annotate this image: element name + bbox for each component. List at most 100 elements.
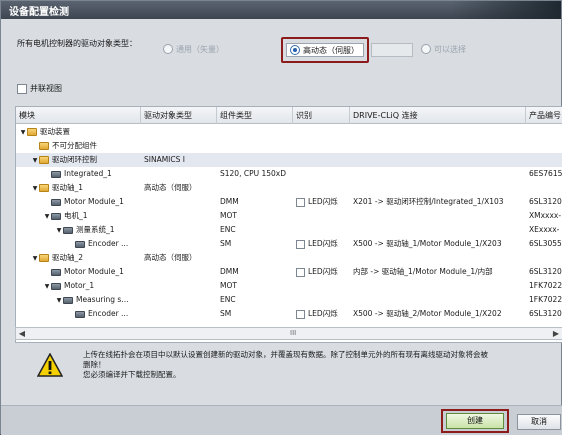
table-row[interactable]: ▼ 电机_1 MOT XMxxxx- <box>16 209 562 223</box>
expand-toggle-icon[interactable]: ▼ <box>31 252 39 265</box>
led-flash-checkbox-icon[interactable] <box>296 267 305 277</box>
drive-object-type-label: 所有电机控制器的驱动对象类型： <box>17 39 137 48</box>
col-header-component-type[interactable]: 组件类型 <box>217 107 293 124</box>
radio-general-vector[interactable]: 通用（矢量） <box>163 43 224 55</box>
drive-type-cell-text: SINAMICS I <box>144 155 185 164</box>
table-row[interactable]: Integrated_1 S120, CPU 150xD 6ES7615 <box>16 167 562 181</box>
part-number-cell: 1FK7022 <box>529 293 562 307</box>
table-row[interactable]: ▼ 驱动装置 <box>16 125 562 139</box>
component-type-cell: DMM <box>220 195 292 209</box>
part-number-cell: XExxxx- <box>529 223 562 237</box>
module-name: Encoder ... <box>88 309 129 318</box>
part-number-cell-text: 6SL3120 <box>529 197 562 206</box>
drive-cliq-cell-text: X500 -> 驱动轴_2/Motor Module_1/X202 <box>353 309 502 318</box>
module-cell: 不可分配组件 <box>31 139 141 153</box>
device-icon <box>51 282 61 290</box>
part-number-cell-text: XExxxx- <box>529 225 560 234</box>
col-header-part-number[interactable]: 产品编号 <box>526 107 562 124</box>
component-type-cell-text: SM <box>220 239 232 248</box>
module-name: 不可分配组件 <box>52 141 97 150</box>
module-cell: ▼ 测量系统_1 <box>55 223 141 237</box>
expand-toggle-icon[interactable]: ▼ <box>55 294 63 307</box>
expand-toggle-icon[interactable]: ▼ <box>55 224 63 237</box>
part-number-cell-text: 6SL3120 <box>529 267 562 276</box>
radio-high-dynamic-label: 高动态（伺服） <box>303 45 359 55</box>
module-name: Measuring s... <box>76 295 129 304</box>
create-button[interactable]: 创建 <box>446 413 504 429</box>
device-icon <box>75 310 85 318</box>
radio-dot-icon <box>163 44 173 54</box>
part-number-cell-text: XMxxxx- <box>529 211 562 220</box>
identify-cell[interactable]: LED闪烁 <box>296 237 351 251</box>
component-type-cell: ENC <box>220 293 292 307</box>
part-number-cell-text: 6SL3120 <box>529 309 562 318</box>
radio-dot-icon <box>421 44 431 54</box>
module-name: Encoder ... <box>88 239 129 248</box>
col-header-drive-cliq[interactable]: DRIVE-CLiQ 连接 <box>350 107 526 124</box>
cancel-button[interactable]: 取消 <box>517 414 561 430</box>
table-row[interactable]: ▼ 驱动轴_1 高动态（伺服） <box>16 181 562 195</box>
identify-cell[interactable]: LED闪烁 <box>296 265 351 279</box>
table-row[interactable]: ▼ 驱动闭环控制 SINAMICS I <box>16 153 562 167</box>
module-cell: ▼ 驱动闭环控制 <box>31 153 141 167</box>
col-header-drive-type[interactable]: 驱动对象类型 <box>141 107 217 124</box>
warning-line-1: 上传在线拓扑会在项目中以默认设置创建新的驱动对象，并覆盖现有数据。除了控制单元外… <box>83 350 488 359</box>
led-flash-checkbox-icon[interactable] <box>296 309 305 319</box>
expand-toggle-icon[interactable]: ▼ <box>43 210 51 223</box>
col-header-identify[interactable]: 识别 <box>293 107 350 124</box>
module-cell: Integrated_1 <box>43 167 141 181</box>
identify-cell[interactable]: LED闪烁 <box>296 307 351 321</box>
led-flash-checkbox-icon[interactable] <box>296 239 305 249</box>
part-number-cell: 6SL3055 <box>529 237 562 251</box>
expand-toggle-icon[interactable]: ▼ <box>31 182 39 195</box>
table-row[interactable]: 不可分配组件 <box>16 139 562 153</box>
scroll-grip[interactable]: III <box>290 328 296 339</box>
module-cell: ▼ 驱动装置 <box>19 125 141 139</box>
table-row[interactable]: ▼ 测量系统_1 ENC XExxxx- <box>16 223 562 237</box>
identify-cell-text: LED闪烁 <box>308 309 338 318</box>
high-dynamic-highlight: 高动态（伺服） <box>281 37 369 63</box>
table-row[interactable]: Motor Module_1 DMM LED闪烁 X201 -> 驱动闭环控制/Int… <box>16 195 562 209</box>
device-icon <box>51 198 61 206</box>
module-name: 驱动轴_2 <box>52 253 84 262</box>
table-row[interactable]: ▼ 驱动轴_2 高动态（伺服） <box>16 251 562 265</box>
radio-selectable[interactable]: 可以选择 <box>421 43 466 55</box>
part-number-cell: 1FK7022 <box>529 279 562 293</box>
module-name: 驱动装置 <box>40 127 70 136</box>
component-type-cell: ENC <box>220 223 292 237</box>
radio-selectable-label: 可以选择 <box>434 44 466 54</box>
device-icon <box>63 226 73 234</box>
folder-icon <box>39 142 49 150</box>
part-number-cell: 6ES7615 <box>529 167 562 181</box>
table-row[interactable]: Encoder ... SM LED闪烁 X500 -> 驱动轴_1/Motor Mo… <box>16 237 562 251</box>
part-number-cell-text: 6ES7615 <box>529 169 562 178</box>
table-row[interactable]: ▼ Motor_1 MOT 1FK7022 <box>16 279 562 293</box>
expand-toggle-icon[interactable]: ▼ <box>19 126 27 139</box>
radio-high-dynamic-servo[interactable]: 高动态（伺服） <box>290 44 359 56</box>
table-row[interactable]: Encoder ... SM LED闪烁 X500 -> 驱动轴_2/Motor Mo… <box>16 307 562 321</box>
scroll-right-icon[interactable]: ▶ <box>550 328 562 339</box>
component-type-cell-text: MOT <box>220 281 237 290</box>
dialog-title: 设备配置检测 <box>9 7 69 18</box>
table-row[interactable]: ▼ Measuring s... ENC 1FK7022 <box>16 293 562 307</box>
identify-cell-text: LED闪烁 <box>308 197 338 206</box>
expand-toggle-icon[interactable]: ▼ <box>43 280 51 293</box>
expand-toggle-icon[interactable]: ▼ <box>31 154 39 167</box>
col-header-module[interactable]: 模块 <box>16 107 141 124</box>
scroll-left-icon[interactable]: ◀ <box>16 328 28 339</box>
identify-cell[interactable]: LED闪烁 <box>296 195 351 209</box>
parallel-view-checkbox[interactable]: 并联视图 <box>17 83 62 94</box>
component-type-cell: SM <box>220 237 292 251</box>
module-name: 驱动轴_1 <box>52 183 84 192</box>
identify-cell-text: LED闪烁 <box>308 239 338 248</box>
checkbox-icon <box>17 83 27 94</box>
table-row[interactable]: Motor Module_1 DMM LED闪烁 内部 -> 驱动轴_1/Motor … <box>16 265 562 279</box>
component-type-cell-text: DMM <box>220 197 239 206</box>
warning-line-2: 删除！ <box>83 360 106 369</box>
warning-icon <box>37 353 63 377</box>
drive-cliq-cell-text: X201 -> 驱动闭环控制/Integrated_1/X103 <box>353 197 504 206</box>
horizontal-scrollbar[interactable]: ◀ III ▶ <box>15 327 562 340</box>
module-cell: ▼ Measuring s... <box>55 293 141 307</box>
drive-type-cell: 高动态（伺服） <box>144 251 216 265</box>
led-flash-checkbox-icon[interactable] <box>296 197 305 207</box>
